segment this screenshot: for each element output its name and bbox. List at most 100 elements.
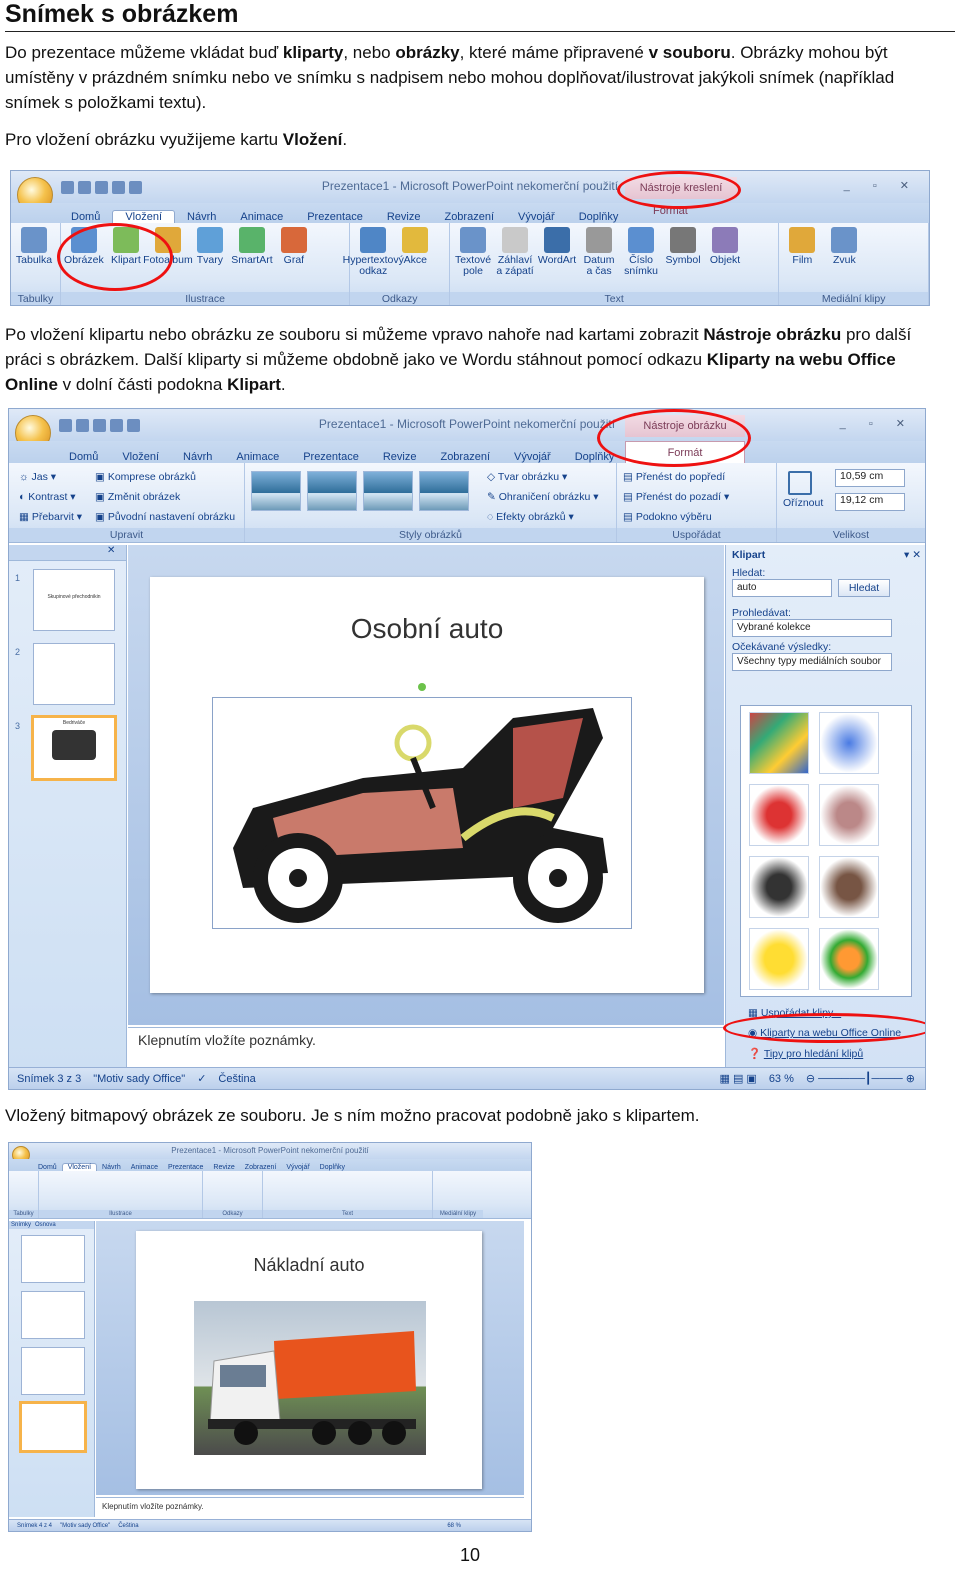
slide-thumbnail-1[interactable] xyxy=(21,1235,85,1283)
ribbon-button[interactable]: Akce xyxy=(396,227,434,277)
notes-pane[interactable]: Klepnutím vložíte poznámky. xyxy=(128,1027,724,1067)
new-icon[interactable] xyxy=(112,181,125,194)
bring-front-button[interactable]: ▤ Přenést do popředí xyxy=(623,467,729,487)
tab-3[interactable]: Animace xyxy=(224,451,291,463)
undo-icon[interactable] xyxy=(78,181,91,194)
window-controls[interactable]: _ ▫ ✕ xyxy=(844,179,919,192)
slide-title[interactable]: Nákladní auto xyxy=(136,1255,482,1276)
results-type-select[interactable]: Všechny typy mediálních soubor xyxy=(732,653,892,671)
clip-result[interactable] xyxy=(749,784,809,846)
tab-4[interactable]: Prezentace xyxy=(291,451,371,463)
ribbon-button[interactable]: Film xyxy=(783,227,821,266)
open-icon[interactable] xyxy=(127,419,140,432)
tab-1[interactable]: Vložení xyxy=(61,1163,98,1171)
ribbon-button[interactable]: Tvary xyxy=(191,227,229,266)
send-back-button[interactable]: ▤ Přenést do pozadí ▾ xyxy=(623,487,729,507)
view-buttons[interactable]: ▦ ▤ ▣ xyxy=(720,1072,757,1085)
search-input[interactable]: auto xyxy=(732,579,832,597)
tab-0[interactable]: Domů xyxy=(33,1164,62,1171)
slide-thumbnail-4[interactable] xyxy=(19,1401,87,1453)
tab-1[interactable]: Vložení xyxy=(112,210,176,223)
recolor-button[interactable]: ▦ Přebarvit ▾ xyxy=(19,507,82,527)
save-icon[interactable] xyxy=(61,181,74,194)
contrast-button[interactable]: ◐ Kontrast ▾ xyxy=(19,487,82,507)
undo-icon[interactable] xyxy=(76,419,89,432)
tab-2[interactable]: Návrh xyxy=(97,1164,126,1171)
clipart-selection[interactable] xyxy=(212,697,632,929)
save-icon[interactable] xyxy=(59,419,72,432)
style-thumbnail[interactable] xyxy=(307,471,357,511)
slide-thumbnail-2[interactable] xyxy=(21,1291,85,1339)
language[interactable]: Čeština xyxy=(118,1523,138,1529)
slide-thumbnail-3[interactable]: Bedriváče xyxy=(31,715,117,781)
tab-4[interactable]: Prezentace xyxy=(163,1164,208,1171)
clip-result[interactable] xyxy=(749,928,809,990)
rotate-handle[interactable] xyxy=(418,683,426,691)
ribbon-button[interactable]: Záhlaví a zápatí xyxy=(496,227,534,277)
slide-thumbnail-3[interactable] xyxy=(21,1347,85,1395)
ribbon-button[interactable]: Datum a čas xyxy=(580,227,618,277)
selection-pane-button[interactable]: ▤ Podokno výběru xyxy=(623,507,729,527)
spellcheck-icon[interactable]: ✓ xyxy=(197,1072,206,1085)
ribbon-button[interactable]: SmartArt xyxy=(231,227,273,266)
current-slide[interactable]: Nákladní auto xyxy=(136,1231,482,1489)
clip-result[interactable] xyxy=(819,856,879,918)
window-controls[interactable]: _ ▫ ✕ xyxy=(840,417,915,430)
ribbon-button[interactable]: Tabulka xyxy=(15,227,53,266)
tab-8[interactable]: Doplňky xyxy=(567,211,631,223)
open-icon[interactable] xyxy=(129,181,142,194)
tab-5[interactable]: Revize xyxy=(371,451,429,463)
tab-7[interactable]: Vývojář xyxy=(506,211,567,223)
ribbon-button[interactable]: Zvuk xyxy=(825,227,863,266)
close-icon[interactable]: ▾ ✕ xyxy=(904,549,921,561)
tab-6[interactable]: Zobrazení xyxy=(432,211,506,223)
tab-7[interactable]: Vývojář xyxy=(281,1164,314,1171)
picture-border-button[interactable]: ✎ Ohraničení obrázku ▾ xyxy=(487,487,599,507)
tab-slides[interactable]: Snímky xyxy=(11,1222,31,1228)
ribbon-button[interactable]: Graf xyxy=(275,227,313,266)
tab-8[interactable]: Doplňky xyxy=(315,1164,350,1171)
ribbon-button[interactable]: WordArt xyxy=(538,227,576,277)
height-spinner[interactable]: 10,59 cm xyxy=(835,469,905,487)
tab-5[interactable]: Revize xyxy=(375,211,433,223)
redo-icon[interactable] xyxy=(95,181,108,194)
slide-thumbnail-1[interactable]: Skupinové přechodnikin xyxy=(33,569,115,631)
ribbon-button[interactable]: Hypertextový odkaz xyxy=(343,227,404,277)
tab-6[interactable]: Zobrazení xyxy=(240,1164,282,1171)
tab-5[interactable]: Revize xyxy=(208,1164,239,1171)
tab-outline[interactable]: Osnova xyxy=(35,1222,56,1228)
tab-3[interactable]: Animace xyxy=(228,211,295,223)
ribbon-button[interactable]: Číslo snímku xyxy=(622,227,660,277)
clip-result[interactable] xyxy=(749,712,809,774)
tab-3[interactable]: Animace xyxy=(126,1164,163,1171)
clip-result[interactable] xyxy=(819,712,879,774)
picture-effects-button[interactable]: ◌ Efekty obrázků ▾ xyxy=(487,507,599,527)
tab-2[interactable]: Návrh xyxy=(171,451,224,463)
picture-shape-button[interactable]: ◇ Tvar obrázku ▾ xyxy=(487,467,599,487)
clip-result[interactable] xyxy=(819,784,879,846)
search-tips-link[interactable]: ❓ Tipy pro hledání klipů xyxy=(748,1047,863,1060)
crop-button[interactable]: Oříznout xyxy=(783,471,823,509)
tab-2[interactable]: Návrh xyxy=(175,211,228,223)
language[interactable]: Čeština xyxy=(218,1073,255,1085)
slide-title[interactable]: Osobní auto xyxy=(150,613,704,645)
ribbon-button[interactable]: Objekt xyxy=(706,227,744,277)
clip-result[interactable] xyxy=(749,856,809,918)
style-thumbnail[interactable] xyxy=(363,471,413,511)
slide-thumbnail-2[interactable] xyxy=(33,643,115,705)
redo-icon[interactable] xyxy=(93,419,106,432)
tab-1[interactable]: Vložení xyxy=(110,451,171,463)
panel-close-icon[interactable]: ✕ xyxy=(9,545,126,561)
style-thumbnail[interactable] xyxy=(251,471,301,511)
zoom-slider[interactable]: ⊖ ──────┃──── ⊕ xyxy=(806,1072,915,1085)
tab-0[interactable]: Domů xyxy=(57,451,110,463)
ribbon-button[interactable]: Symbol xyxy=(664,227,702,277)
style-thumbnail[interactable] xyxy=(419,471,469,511)
tab-4[interactable]: Prezentace xyxy=(295,211,375,223)
change-picture-button[interactable]: ▣ Změnit obrázek xyxy=(95,487,235,507)
tab-0[interactable]: Domů xyxy=(59,211,112,223)
notes-pane[interactable]: Klepnutím vložíte poznámky. xyxy=(96,1497,524,1519)
clip-result[interactable] xyxy=(819,928,879,990)
compress-button[interactable]: ▣ Komprese obrázků xyxy=(95,467,235,487)
search-in-select[interactable]: Vybrané kolekce xyxy=(732,619,892,637)
